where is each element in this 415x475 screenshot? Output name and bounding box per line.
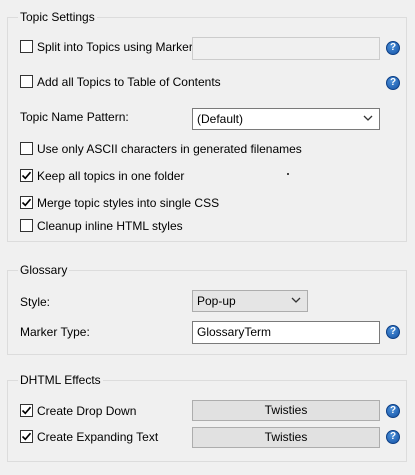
marker-type-label: Marker Type: [20, 325, 90, 339]
checkmark-icon [21, 171, 32, 180]
dhtml-effects-title: DHTML Effects [18, 373, 103, 387]
cleanup-inline-checkbox[interactable] [20, 219, 33, 232]
chevron-down-icon [363, 115, 373, 121]
checkmark-icon [21, 432, 32, 441]
add-toc-checkbox[interactable] [20, 75, 33, 88]
split-marker-input[interactable] [192, 37, 380, 60]
split-topics-checkbox[interactable] [20, 40, 33, 53]
keep-one-folder-checkbox[interactable] [20, 169, 33, 182]
marker-type-help-icon[interactable]: ? [386, 325, 400, 339]
cleanup-inline-label[interactable]: Cleanup inline HTML styles [37, 219, 183, 233]
create-drop-down-checkbox[interactable] [20, 404, 33, 417]
drop-down-style-button[interactable]: Twisties [192, 400, 380, 421]
checkmark-icon [21, 406, 32, 415]
glossary-style-value: Pop-up [197, 294, 236, 308]
drop-down-help-icon[interactable]: ? [386, 404, 400, 418]
merge-css-checkbox[interactable] [20, 196, 33, 209]
glossary-style-select[interactable]: Pop-up [192, 290, 308, 312]
name-pattern-value: (Default) [197, 112, 244, 126]
add-toc-help-icon[interactable]: ? [386, 76, 400, 90]
name-pattern-select[interactable]: (Default) [192, 108, 380, 130]
ascii-filenames-label[interactable]: Use only ASCII characters in generated f… [37, 142, 302, 156]
merge-css-label[interactable]: Merge topic styles into single CSS [37, 196, 219, 210]
name-pattern-label: Topic Name Pattern: [20, 110, 129, 124]
expanding-text-help-icon[interactable]: ? [386, 430, 400, 444]
split-help-icon[interactable]: ? [386, 41, 400, 55]
expanding-text-style-button[interactable]: Twisties [192, 427, 380, 448]
create-expanding-text-checkbox[interactable] [20, 430, 33, 443]
create-drop-down-label[interactable]: Create Drop Down [37, 404, 136, 418]
chevron-down-icon [291, 297, 301, 303]
add-toc-label[interactable]: Add all Topics to Table of Contents [37, 75, 221, 89]
checkmark-icon [21, 198, 32, 207]
split-topics-label[interactable]: Split into Topics using Marker: [37, 40, 196, 54]
marker-type-input[interactable]: GlossaryTerm [192, 321, 380, 344]
stray-dot [287, 173, 289, 175]
glossary-title: Glossary [18, 263, 70, 277]
glossary-style-label: Style: [20, 295, 51, 309]
dhtml-effects-group: DHTML Effects [7, 373, 407, 462]
topic-settings-title: Topic Settings [18, 10, 97, 24]
ascii-filenames-checkbox[interactable] [20, 142, 33, 155]
keep-one-folder-label[interactable]: Keep all topics in one folder [37, 169, 184, 183]
create-expanding-text-label[interactable]: Create Expanding Text [37, 430, 158, 444]
